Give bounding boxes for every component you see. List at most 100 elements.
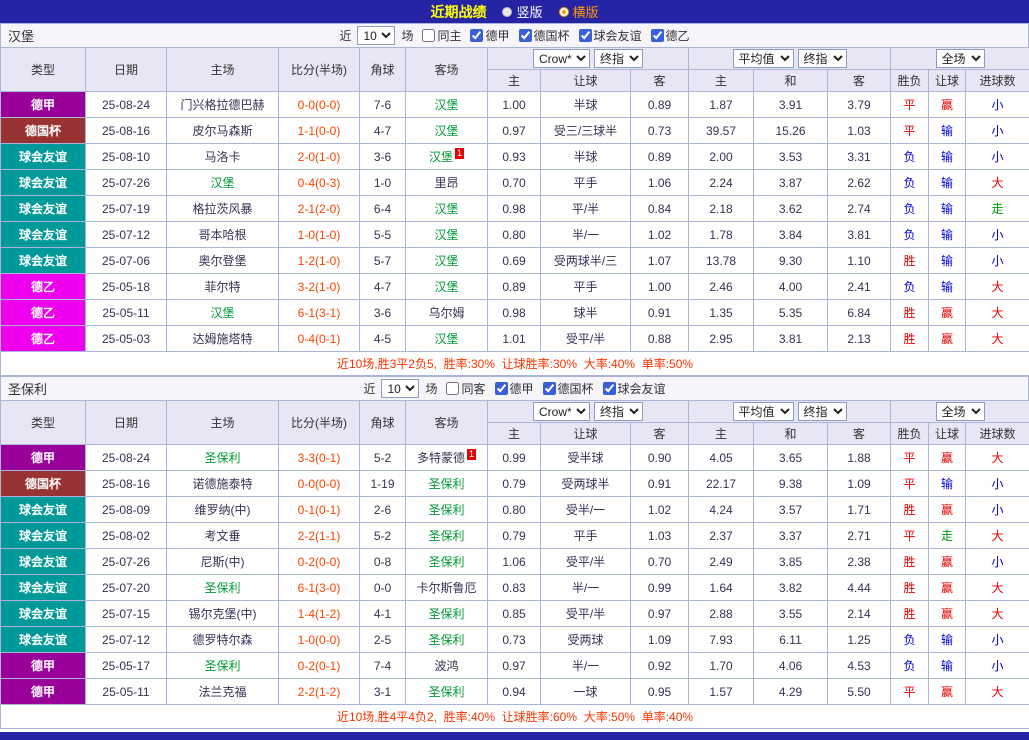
filter-checkbox[interactable] [603,382,616,395]
result-handicap: 输 [929,653,966,679]
match-date: 25-07-20 [86,575,167,601]
final-index-select[interactable]: 终指 [594,49,643,68]
home-team-link[interactable]: 圣保利 [204,451,240,465]
away-team-link[interactable]: 圣保利 [428,503,464,517]
filter-check-3[interactable]: 球会友谊 [603,380,666,397]
home-team-link[interactable]: 马洛卡 [204,150,240,164]
filter-check-2[interactable]: 德国杯 [519,27,570,44]
fullmatch-select[interactable]: 全场 [936,402,985,421]
away-team-link[interactable]: 汉堡 [434,280,458,294]
home-team-link[interactable]: 汉堡 [210,306,234,320]
away-team-link[interactable]: 圣保利 [428,529,464,543]
home-team-link[interactable]: 维罗纳(中) [195,503,251,517]
home-team-link[interactable]: 达姆施塔特 [192,332,252,346]
away-team-link[interactable]: 里昂 [434,176,458,190]
home-team-link[interactable]: 圣保利 [204,581,240,595]
result-winlose: 负 [891,170,929,196]
away-team-link[interactable]: 汉堡 [434,98,458,112]
initial-handicap: 受半/一 [541,497,631,523]
away-team-link[interactable]: 卡尔斯鲁厄 [416,581,476,595]
away-team-link[interactable]: 圣保利 [428,477,464,491]
filter-checkbox[interactable] [519,29,532,42]
home-team-link[interactable]: 菲尔特 [204,280,240,294]
odds-source-select[interactable]: Crow* [533,49,590,68]
filter-check-0[interactable]: 同客 [446,380,485,397]
home-team-link[interactable]: 尼斯(中) [201,555,245,569]
score: 0-0(0-0) [279,92,360,118]
avg-odds-home: 1.35 [689,300,754,326]
team-section-0: 汉堡近10场同主德甲德国杯球会友谊德乙类型日期主场比分(半场)角球客场Crow*… [0,23,1029,376]
score: 2-2(1-1) [279,523,360,549]
fullmatch-select[interactable]: 全场 [936,49,985,68]
result-handicap: 赢 [929,445,966,471]
initial-odds-home: 0.80 [488,497,541,523]
final-index-select[interactable]: 终指 [594,402,643,421]
col-header-1: 日期 [86,48,167,92]
average-select[interactable]: 平均值 [733,49,794,68]
filter-unit-label: 场 [425,380,437,397]
filter-checkbox[interactable] [579,29,592,42]
home-team-link[interactable]: 诺德施泰特 [192,477,252,491]
away-team-link[interactable]: 汉堡 [434,202,458,216]
result-winlose: 平 [891,92,929,118]
initial-odds-away: 1.09 [631,627,689,653]
filter-check-4[interactable]: 德乙 [651,27,690,44]
home-team-link[interactable]: 考文垂 [204,529,240,543]
filter-check-1[interactable]: 德甲 [495,380,534,397]
average-select[interactable]: 平均值 [733,402,794,421]
away-team-link[interactable]: 波鸿 [434,659,458,673]
home-team-link[interactable]: 法兰克福 [198,685,246,699]
match-row: 德乙25-05-18菲尔特3-2(1-0)4-7汉堡0.89平手1.002.46… [1,274,1029,300]
filter-checkbox[interactable] [446,382,459,395]
filter-check-3[interactable]: 球会友谊 [579,27,642,44]
home-team-cell: 汉堡 [167,300,279,326]
odds-group-initial: Crow*终指 [488,401,689,423]
layout-option-horizontal[interactable]: 横版 [559,2,599,21]
layout-option-vertical[interactable]: 竖版 [502,2,542,21]
final-index-select-2[interactable]: 终指 [798,49,847,68]
away-team-link[interactable]: 汉堡 [434,124,458,138]
home-team-link[interactable]: 德罗特尔森 [192,633,252,647]
away-team-link[interactable]: 圣保利 [428,607,464,621]
odds-source-select[interactable]: Crow* [533,402,590,421]
corner-count: 2-6 [360,497,406,523]
away-team-link[interactable]: 汉堡 [434,332,458,346]
filter-checkbox[interactable] [470,29,483,42]
home-team-link[interactable]: 锡尔克堡(中) [189,607,257,621]
home-team-link[interactable]: 哥本哈根 [198,228,246,242]
away-team-link[interactable]: 圣保利 [428,555,464,569]
filter-check-0[interactable]: 同主 [422,27,461,44]
section-header-bar: 汉堡近10场同主德甲德国杯球会友谊德乙 [0,23,1029,47]
filter-checkbox[interactable] [543,382,556,395]
filter-checkbox[interactable] [495,382,508,395]
initial-odds-away: 0.89 [631,92,689,118]
away-team-link[interactable]: 汉堡 [429,150,453,164]
avg-odds-home: 39.57 [689,118,754,144]
home-team-link[interactable]: 格拉茨风暴 [192,202,252,216]
away-team-link[interactable]: 汉堡 [434,254,458,268]
home-team-link[interactable]: 皮尔马森斯 [192,124,252,138]
result-goals: 走 [966,196,1029,222]
away-team-link[interactable]: 乌尔姆 [428,306,464,320]
away-team-link[interactable]: 汉堡 [434,228,458,242]
home-team-link[interactable]: 圣保利 [204,659,240,673]
home-team-link[interactable]: 门兴格拉德巴赫 [180,98,264,112]
home-team-link[interactable]: 奥尔登堡 [198,254,246,268]
team-section-1: 圣保利近10场同客德甲德国杯球会友谊类型日期主场比分(半场)角球客场Crow*终… [0,376,1029,729]
final-index-select-2[interactable]: 终指 [798,402,847,421]
col-subheader: 让球 [541,70,631,92]
filter-checkbox[interactable] [651,29,664,42]
col-subheader: 主 [488,70,541,92]
away-team-link[interactable]: 圣保利 [428,685,464,699]
league-badge: 球会友谊 [1,497,86,523]
initial-handicap: 受平/半 [541,549,631,575]
match-count-select[interactable]: 10 [381,379,419,398]
filter-check-1[interactable]: 德甲 [470,27,509,44]
match-count-select[interactable]: 10 [357,26,395,45]
filter-check-2[interactable]: 德国杯 [543,380,594,397]
avg-odds-away: 5.50 [828,679,891,705]
filter-checkbox[interactable] [422,29,435,42]
home-team-link[interactable]: 汉堡 [210,176,234,190]
away-team-link[interactable]: 圣保利 [428,633,464,647]
away-team-link[interactable]: 多特蒙德 [417,451,465,465]
